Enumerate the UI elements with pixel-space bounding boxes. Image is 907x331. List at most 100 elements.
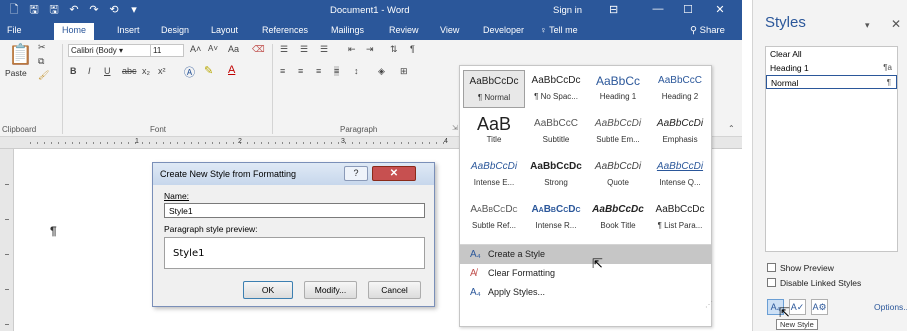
manage-styles-button[interactable]: A⚙ xyxy=(811,299,828,315)
pane-close-button[interactable]: ✕ xyxy=(891,17,901,31)
new-document-icon[interactable]: 🗋 xyxy=(8,4,20,17)
customize-qat-icon[interactable]: ▾ xyxy=(128,4,140,17)
create-a-style-menu-item[interactable]: A₄ Create a Style xyxy=(460,245,711,264)
modify-button[interactable]: Modify... xyxy=(304,281,357,299)
decrease-indent-icon[interactable]: ⇤ xyxy=(348,44,356,55)
style-gallery-item[interactable]: AaBbCcDc Intense R... xyxy=(525,199,587,237)
apply-styles-label: Apply Styles... xyxy=(488,287,546,297)
style-gallery-item[interactable]: AaBbCcDi Intense E... xyxy=(463,156,525,194)
underline-button[interactable]: U xyxy=(104,66,111,76)
bold-button[interactable]: B xyxy=(70,66,77,76)
maximize-button[interactable]: ☐ xyxy=(681,3,695,16)
strikethrough-button[interactable]: abc xyxy=(122,66,137,76)
style-gallery-item[interactable]: AaBbCcDi Intense Q... xyxy=(649,156,711,194)
style-name-input[interactable] xyxy=(164,203,425,218)
bullets-icon[interactable]: ☰ xyxy=(280,44,288,55)
tab-insert[interactable]: Insert xyxy=(117,25,140,36)
highlight-icon[interactable]: ✎ xyxy=(204,64,213,77)
change-case-button[interactable]: Aa xyxy=(228,44,239,54)
tab-layout[interactable]: Layout xyxy=(211,25,238,36)
repeat-icon[interactable]: ⟲ xyxy=(108,4,120,17)
style-gallery-item[interactable]: AaBbCcDi Quote xyxy=(587,156,649,194)
style-gallery-item[interactable]: AaBbCcDc Subtle Ref... xyxy=(463,199,525,237)
grow-font-button[interactable]: A˄ xyxy=(190,44,201,54)
line-spacing-icon[interactable]: ↕ xyxy=(354,66,359,76)
collapse-ribbon-icon[interactable]: ⌃ xyxy=(728,124,735,133)
share-button[interactable]: ⚲ Share xyxy=(690,25,725,36)
align-right-icon[interactable]: ≡ xyxy=(316,66,321,76)
redo-icon[interactable]: ↷ xyxy=(88,4,100,17)
disable-linked-styles-checkbox[interactable]: Disable Linked Styles xyxy=(767,278,861,288)
tab-design[interactable]: Design xyxy=(161,25,189,36)
style-item-normal[interactable]: Normal ¶ xyxy=(766,75,897,89)
paragraph-dialog-launcher-icon[interactable]: ⇲ xyxy=(452,124,458,132)
apply-styles-menu-item[interactable]: A₄ Apply Styles... xyxy=(460,283,711,302)
paste-label[interactable]: Paste xyxy=(5,68,27,78)
close-button[interactable]: ✕ xyxy=(713,3,727,16)
text-effects-icon[interactable]: Ⓐ xyxy=(184,64,195,80)
ribbon-display-options-icon[interactable]: ⊟ xyxy=(609,3,618,16)
clear-formatting-icon[interactable]: ⌫ xyxy=(252,44,265,55)
font-color-icon[interactable]: A xyxy=(228,64,235,76)
borders-icon[interactable]: ⊞ xyxy=(400,66,408,77)
font-name-combo[interactable]: Calibri (Body ▾ xyxy=(68,44,152,57)
help-button[interactable]: ? xyxy=(344,166,368,181)
tab-file[interactable]: File xyxy=(7,25,22,36)
style-gallery-item[interactable]: AaB Title xyxy=(463,113,525,151)
cancel-button[interactable]: Cancel xyxy=(368,281,421,299)
tab-tell-me[interactable]: ♀ Tell me xyxy=(540,25,578,36)
style-gallery-item[interactable]: AaBbCcDc ¶ Normal xyxy=(463,70,525,108)
superscript-button[interactable]: x² xyxy=(158,66,166,76)
paste-icon[interactable]: 📋 xyxy=(8,42,33,67)
center-icon[interactable]: ≡ xyxy=(298,66,303,76)
tab-review[interactable]: Review xyxy=(389,25,419,36)
tab-developer[interactable]: Developer xyxy=(483,25,524,36)
style-item-clear-all[interactable]: Clear All xyxy=(766,47,897,61)
undo-icon[interactable]: ↶ xyxy=(68,4,80,17)
ok-button[interactable]: OK xyxy=(243,281,293,299)
sort-icon[interactable]: ⇅ xyxy=(390,44,398,55)
style-item-heading-1[interactable]: Heading 1 ¶a xyxy=(766,61,897,75)
tab-view[interactable]: View xyxy=(440,25,459,36)
format-painter-icon[interactable]: 🖌 xyxy=(38,70,49,81)
clear-formatting-menu-item[interactable]: A̸ Clear Formatting xyxy=(460,264,711,283)
save-as-icon[interactable]: 🖫 xyxy=(48,4,60,17)
style-gallery-item[interactable]: AaBbCcDc Strong xyxy=(525,156,587,194)
style-gallery-item[interactable]: AaBbCcDi Subtle Em... xyxy=(587,113,649,151)
increase-indent-icon[interactable]: ⇥ xyxy=(366,44,374,55)
save-icon[interactable]: 🖫 xyxy=(28,4,40,17)
resize-grip-icon[interactable]: ⋰ xyxy=(705,300,713,309)
shrink-font-button[interactable]: A˅ xyxy=(208,44,218,53)
pane-options-dropdown-icon[interactable]: ▾ xyxy=(865,20,870,31)
style-gallery-item[interactable]: AaBbCcC Heading 2 xyxy=(649,70,711,108)
style-name: Emphasis xyxy=(662,135,698,144)
tab-mailings[interactable]: Mailings xyxy=(331,25,364,36)
minimize-button[interactable]: — xyxy=(651,3,665,15)
style-gallery-item[interactable]: AaBbCcDc ¶ No Spac... xyxy=(525,70,587,108)
tab-references[interactable]: References xyxy=(262,25,308,36)
numbering-icon[interactable]: ☰ xyxy=(300,44,308,55)
style-gallery-item[interactable]: AaBbCcC Subtitle xyxy=(525,113,587,151)
shading-icon[interactable]: ◈ xyxy=(378,66,385,77)
dialog-close-button[interactable]: ✕ xyxy=(372,166,416,181)
justify-icon[interactable]: ≡ xyxy=(334,66,340,76)
options-link[interactable]: Options... xyxy=(874,302,907,312)
italic-button[interactable]: I xyxy=(88,66,91,76)
copy-icon[interactable]: ⧉ xyxy=(38,56,44,67)
multilevel-list-icon[interactable]: ☰ xyxy=(320,44,328,55)
font-size-combo[interactable]: 11 xyxy=(150,44,184,57)
subscript-button[interactable]: x₂ xyxy=(142,66,150,76)
style-gallery-item[interactable]: AaBbCcDi Emphasis xyxy=(649,113,711,151)
align-left-icon[interactable]: ≡ xyxy=(280,66,285,76)
tab-home[interactable]: Home xyxy=(54,23,95,40)
cut-icon[interactable]: ✂ xyxy=(38,42,46,53)
style-gallery-item[interactable]: AaBbCcDc Book Title xyxy=(587,199,649,237)
style-gallery-item[interactable]: AaBbCcDc ¶ List Para... xyxy=(649,199,711,237)
style-gallery-item[interactable]: AaBbCc Heading 1 xyxy=(587,70,649,108)
show-hide-button[interactable]: ¶ xyxy=(410,44,415,54)
sign-in-link[interactable]: Sign in xyxy=(553,5,582,16)
show-preview-checkbox[interactable]: Show Preview xyxy=(767,263,834,273)
style-inspector-button[interactable]: A✓ xyxy=(789,299,806,315)
dialog-title-bar[interactable]: Create New Style from Formatting ? ✕ xyxy=(153,163,434,185)
style-sample: AaBbCcDi xyxy=(594,118,642,129)
